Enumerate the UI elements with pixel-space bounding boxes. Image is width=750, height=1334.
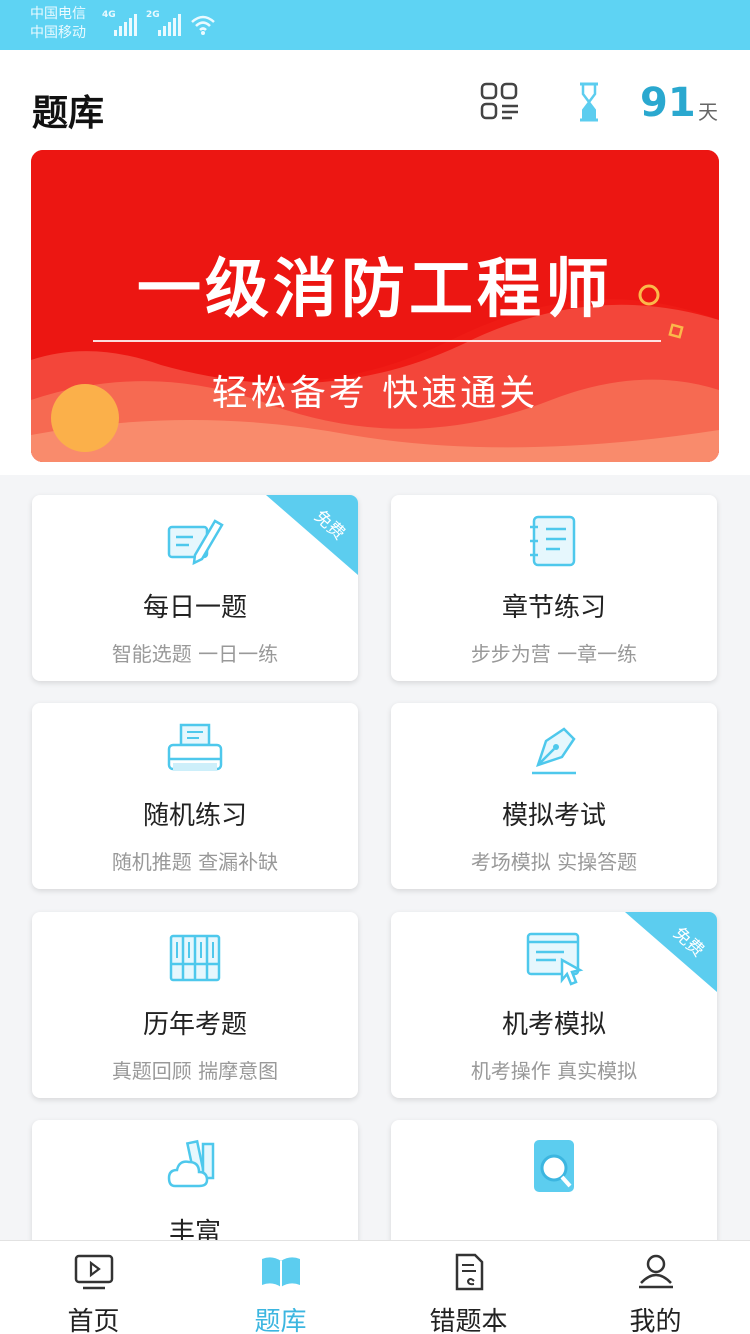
card-title: 每日一题 bbox=[142, 593, 247, 623]
card-title: 章节练习 bbox=[501, 593, 606, 623]
computer-cursor-icon bbox=[526, 932, 584, 986]
printer-icon bbox=[167, 723, 223, 771]
card-subtitle: 智能选题 一日一练 bbox=[111, 642, 279, 666]
card-mock-exam[interactable]: 模拟考试 考场模拟 实操答题 bbox=[391, 703, 717, 889]
tab-label: 我的 bbox=[629, 1307, 682, 1334]
carrier-info: 中国电信 中国移动 bbox=[30, 5, 86, 43]
carrier-2: 中国移动 bbox=[30, 25, 86, 41]
countdown-unit: 天 bbox=[698, 100, 718, 124]
tab-label: 题库 bbox=[254, 1307, 307, 1334]
page-title: 题库 bbox=[32, 93, 105, 134]
promo-banner[interactable]: 一级消防工程师 轻松备考 快速通关 bbox=[31, 150, 719, 462]
card-subtitle: 机考操作 真实模拟 bbox=[470, 1059, 638, 1083]
card-title: 随机练习 bbox=[142, 801, 247, 831]
free-badge-ribbon bbox=[625, 912, 717, 992]
card-daily-question[interactable]: 每日一题 智能选题 一日一练 免费 bbox=[32, 495, 358, 681]
video-play-icon bbox=[74, 1254, 114, 1290]
open-book-icon bbox=[262, 1257, 300, 1287]
tab-question-bank[interactable]: 题库 bbox=[187, 1241, 374, 1334]
user-icon bbox=[639, 1254, 673, 1289]
banner-divider bbox=[93, 340, 661, 342]
phone-search-icon bbox=[534, 1140, 574, 1192]
pencil-paper-icon bbox=[167, 519, 224, 566]
card-random-practice[interactable]: 随机练习 随机推题 查漏补缺 bbox=[32, 703, 358, 889]
tab-wrong-questions[interactable]: 错题本 bbox=[375, 1241, 562, 1334]
tab-label: 首页 bbox=[67, 1307, 120, 1334]
exam-countdown-days: 91 bbox=[640, 80, 696, 126]
card-title: 模拟考试 bbox=[501, 801, 606, 831]
tab-home[interactable]: 首页 bbox=[0, 1241, 187, 1334]
books-cloud-icon bbox=[167, 1139, 215, 1188]
free-badge-ribbon bbox=[266, 495, 358, 575]
card-subtitle: 步步为营 一章一练 bbox=[470, 642, 638, 666]
banner-title: 一级消防工程师 bbox=[137, 253, 613, 327]
tab-label: 错题本 bbox=[429, 1307, 508, 1334]
signal-2-icon: 2G bbox=[146, 10, 186, 36]
signal-1-icon: 4G bbox=[102, 10, 138, 36]
archive-icon bbox=[169, 934, 221, 982]
grid-menu-icon[interactable] bbox=[480, 82, 520, 122]
document-icon bbox=[455, 1253, 484, 1291]
header: 题库 91 天 一级消防工程师 轻松备考 快速通关 bbox=[0, 50, 750, 475]
card-title: 机考模拟 bbox=[501, 1010, 606, 1040]
card-title: 历年考题 bbox=[142, 1010, 247, 1040]
pen-nib-icon bbox=[532, 727, 576, 775]
status-bar: 中国电信 中国移动 4G 2G bbox=[0, 0, 750, 50]
card-past-exams[interactable]: 历年考题 真题回顾 揣摩意图 bbox=[32, 912, 358, 1098]
tab-profile[interactable]: 我的 bbox=[562, 1241, 749, 1334]
notebook-icon bbox=[530, 515, 576, 567]
card-subtitle: 随机推题 查漏补缺 bbox=[111, 850, 279, 874]
bottom-tab-bar: 首页 题库 错题本 我的 bbox=[0, 1240, 750, 1334]
carrier-1: 中国电信 bbox=[30, 6, 86, 22]
wifi-icon bbox=[191, 15, 215, 35]
card-subtitle: 真题回顾 揣摩意图 bbox=[111, 1059, 279, 1083]
hourglass-icon bbox=[580, 82, 598, 122]
card-chapter-practice[interactable]: 章节练习 步步为营 一章一练 bbox=[391, 495, 717, 681]
card-computer-exam[interactable]: 机考模拟 机考操作 真实模拟 免费 bbox=[391, 912, 717, 1098]
card-subtitle: 考场模拟 实操答题 bbox=[470, 850, 638, 874]
banner-subtitle: 轻松备考 快速通关 bbox=[211, 373, 539, 414]
